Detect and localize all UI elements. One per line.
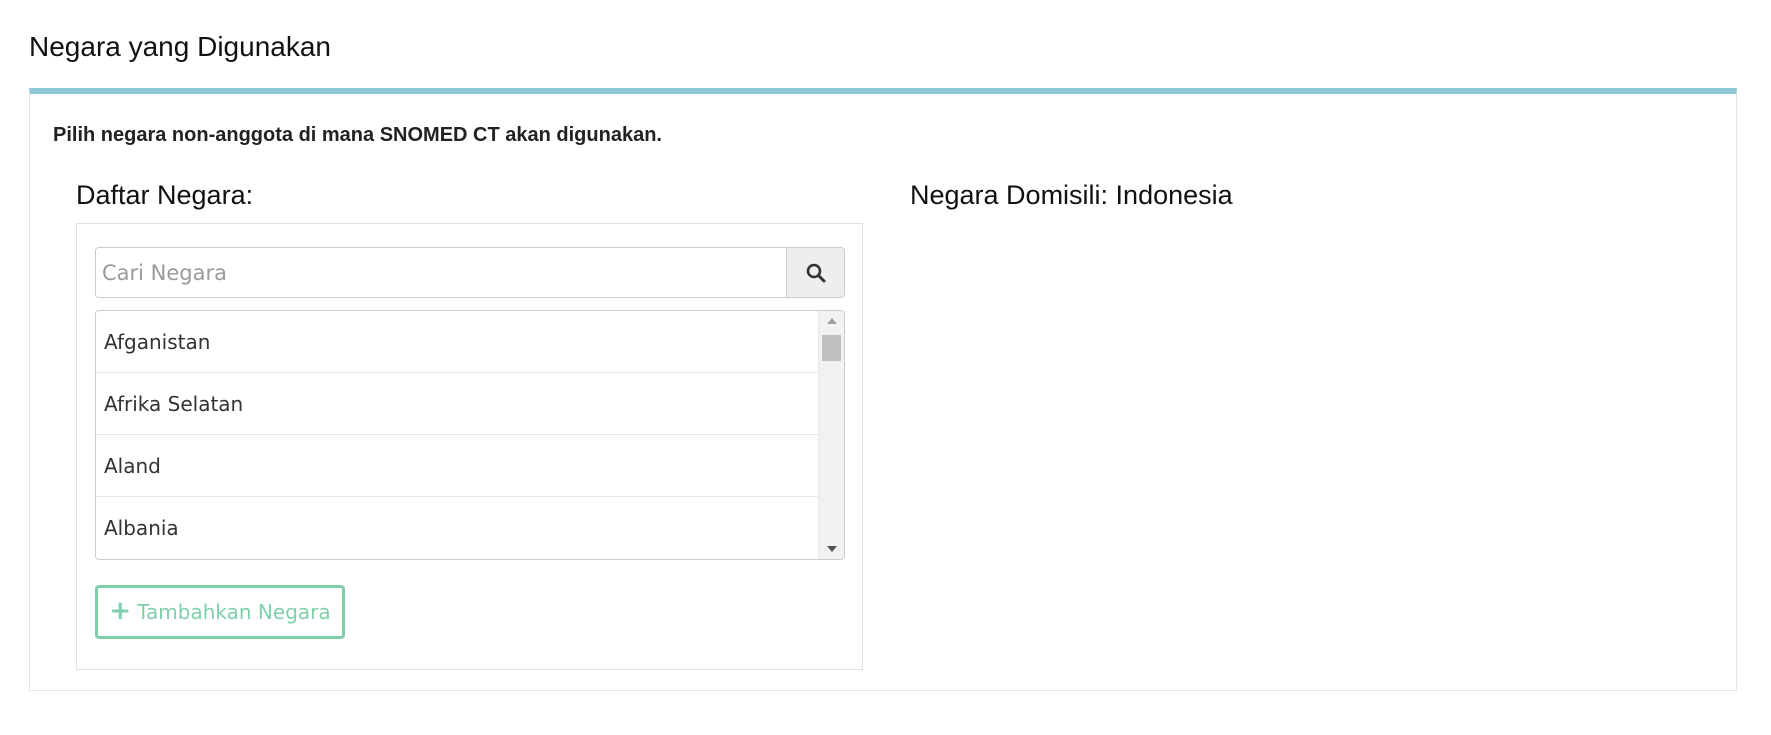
search-button[interactable] <box>786 248 844 297</box>
country-list-heading: Daftar Negara: <box>76 180 254 210</box>
page-title: Negara yang Digunakan <box>29 31 331 62</box>
country-list[interactable]: Afganistan Afrika Selatan Aland Albania <box>95 310 845 560</box>
scroll-up-arrow-icon[interactable] <box>819 311 844 331</box>
residence-country-label: Negara Domisili: Indonesia <box>910 180 1233 210</box>
country-panel: Pilih negara non-anggota di mana SNOMED … <box>29 88 1737 691</box>
list-scrollbar[interactable] <box>818 311 844 559</box>
list-item[interactable]: Aland <box>96 435 818 497</box>
list-item[interactable]: Afrika Selatan <box>96 373 818 435</box>
search-input[interactable] <box>96 248 786 297</box>
list-item[interactable]: Albania <box>96 497 818 559</box>
scrollbar-thumb[interactable] <box>822 335 841 361</box>
plus-icon: + <box>109 596 132 626</box>
instruction-text: Pilih negara non-anggota di mana SNOMED … <box>53 124 662 146</box>
add-country-button[interactable]: + Tambahkan Negara <box>95 585 345 639</box>
search-icon <box>806 263 825 282</box>
country-list-items: Afganistan Afrika Selatan Aland Albania <box>96 311 818 559</box>
add-country-label: Tambahkan Negara <box>137 600 331 624</box>
search-group <box>95 247 845 298</box>
country-selector: Afganistan Afrika Selatan Aland Albania … <box>76 223 863 670</box>
list-item[interactable]: Afganistan <box>96 311 818 373</box>
scroll-down-arrow-icon[interactable] <box>819 539 844 559</box>
